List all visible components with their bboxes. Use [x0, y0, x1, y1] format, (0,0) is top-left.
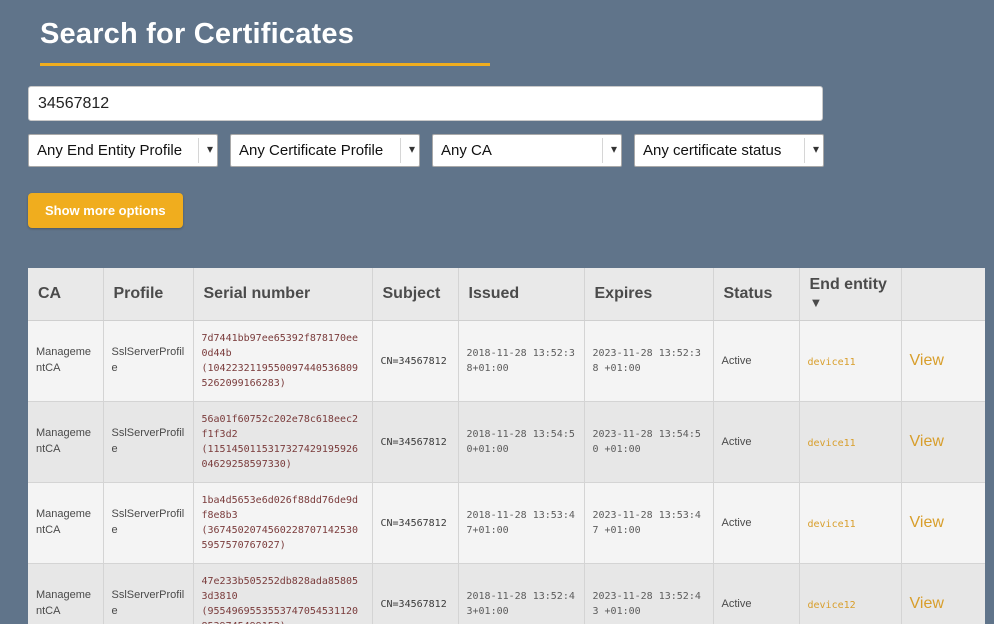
status-badge: Active	[713, 402, 799, 483]
cell-subject: CN=34567812	[372, 402, 458, 483]
cell-expires: 2023-11-28 13:52:43 +01:00	[584, 564, 713, 624]
certificates-table: CA Profile Serial number Subject Issued …	[28, 268, 985, 624]
cell-expires: 2023-11-28 13:54:50 +01:00	[584, 402, 713, 483]
serial-hex: 1ba4d5653e6d026f88dd76de9df8e8b3	[202, 493, 364, 523]
cell-expires: 2023-11-28 13:52:38 +01:00	[584, 321, 713, 402]
column-header-actions	[901, 268, 985, 321]
cell-serial-number: 1ba4d5653e6d026f88dd76de9df8e8b3 (367450…	[193, 483, 372, 564]
table-body: ManagementCA SslServerProfile 7d7441bb97…	[28, 321, 985, 624]
serial-hex: 56a01f60752c202e78c618eec2f1f3d2	[202, 412, 364, 442]
cell-ca: ManagementCA	[28, 402, 103, 483]
column-header-ca[interactable]: CA	[28, 268, 103, 321]
column-header-subject[interactable]: Subject	[372, 268, 458, 321]
end-entity-link[interactable]: device11	[808, 357, 856, 368]
filter-bar: Any End Entity Profile Any Certificate P…	[28, 134, 994, 167]
column-header-serial-number[interactable]: Serial number	[193, 268, 372, 321]
table-row: ManagementCA SslServerProfile 7d7441bb97…	[28, 321, 985, 402]
cell-subject: CN=34567812	[372, 564, 458, 624]
cell-serial-number: 47e233b505252db828ada858053d3810 (955496…	[193, 564, 372, 624]
column-header-status[interactable]: Status	[713, 268, 799, 321]
cell-ca: ManagementCA	[28, 564, 103, 624]
end-entity-link[interactable]: device11	[808, 438, 856, 449]
serial-decimal: (95549695535537470545311208539745499152)	[202, 604, 364, 624]
cell-profile: SslServerProfile	[103, 483, 193, 564]
end-entity-profile-dropdown[interactable]: Any End Entity Profile	[28, 134, 218, 167]
sort-descending-icon: ▼	[810, 295, 823, 310]
status-badge: Active	[713, 321, 799, 402]
table-row: ManagementCA SslServerProfile 1ba4d5653e…	[28, 483, 985, 564]
status-badge: Active	[713, 483, 799, 564]
table-header: CA Profile Serial number Subject Issued …	[28, 268, 985, 321]
cell-issued: 2018-11-28 13:52:43+01:00	[458, 564, 584, 624]
column-header-profile[interactable]: Profile	[103, 268, 193, 321]
serial-hex: 47e233b505252db828ada858053d3810	[202, 574, 364, 604]
show-more-options-button[interactable]: Show more options	[28, 193, 183, 228]
cell-subject: CN=34567812	[372, 483, 458, 564]
cell-subject: CN=34567812	[372, 321, 458, 402]
serial-decimal: (36745020745602287071425305957570767027)	[202, 523, 364, 553]
certificate-profile-select[interactable]: Any Certificate Profile	[230, 134, 420, 167]
view-link[interactable]: View	[910, 433, 944, 450]
serial-decimal: (115145011531732742919592604629258597330…	[202, 442, 364, 472]
column-header-end-entity[interactable]: End entity ▼	[799, 268, 901, 321]
certificate-search-input[interactable]	[28, 86, 823, 121]
view-link[interactable]: View	[910, 352, 944, 369]
certificate-status-dropdown[interactable]: Any certificate status	[634, 134, 824, 167]
status-badge: Active	[713, 564, 799, 624]
cell-profile: SslServerProfile	[103, 402, 193, 483]
view-link[interactable]: View	[910, 514, 944, 531]
end-entity-link[interactable]: device11	[808, 519, 856, 530]
ca-select[interactable]: Any CA	[432, 134, 622, 167]
cell-ca: ManagementCA	[28, 321, 103, 402]
end-entity-link[interactable]: device12	[808, 600, 856, 611]
column-header-expires[interactable]: Expires	[584, 268, 713, 321]
table-row: ManagementCA SslServerProfile 47e233b505…	[28, 564, 985, 624]
certificate-status-select[interactable]: Any certificate status	[634, 134, 824, 167]
title-underline	[40, 63, 490, 66]
page-title: Search for Certificates	[40, 18, 994, 51]
table-row: ManagementCA SslServerProfile 56a01f6075…	[28, 402, 985, 483]
cell-expires: 2023-11-28 13:53:47 +01:00	[584, 483, 713, 564]
cell-profile: SslServerProfile	[103, 321, 193, 402]
cell-profile: SslServerProfile	[103, 564, 193, 624]
certificate-profile-dropdown[interactable]: Any Certificate Profile	[230, 134, 420, 167]
cell-ca: ManagementCA	[28, 483, 103, 564]
end-entity-profile-select[interactable]: Any End Entity Profile	[28, 134, 218, 167]
cell-issued: 2018-11-28 13:54:50+01:00	[458, 402, 584, 483]
cell-issued: 2018-11-28 13:52:38+01:00	[458, 321, 584, 402]
cell-serial-number: 56a01f60752c202e78c618eec2f1f3d2 (115145…	[193, 402, 372, 483]
serial-decimal: (10422321195500974405368095262099166283)	[202, 361, 364, 391]
cell-issued: 2018-11-28 13:53:47+01:00	[458, 483, 584, 564]
ca-dropdown[interactable]: Any CA	[432, 134, 622, 167]
search-certificates-page: Search for Certificates Any End Entity P…	[0, 0, 994, 624]
cell-serial-number: 7d7441bb97ee65392f878170ee0d44b (1042232…	[193, 321, 372, 402]
column-header-issued[interactable]: Issued	[458, 268, 584, 321]
column-header-end-entity-label: End entity	[810, 276, 887, 293]
view-link[interactable]: View	[910, 595, 944, 612]
serial-hex: 7d7441bb97ee65392f878170ee0d44b	[202, 331, 364, 361]
